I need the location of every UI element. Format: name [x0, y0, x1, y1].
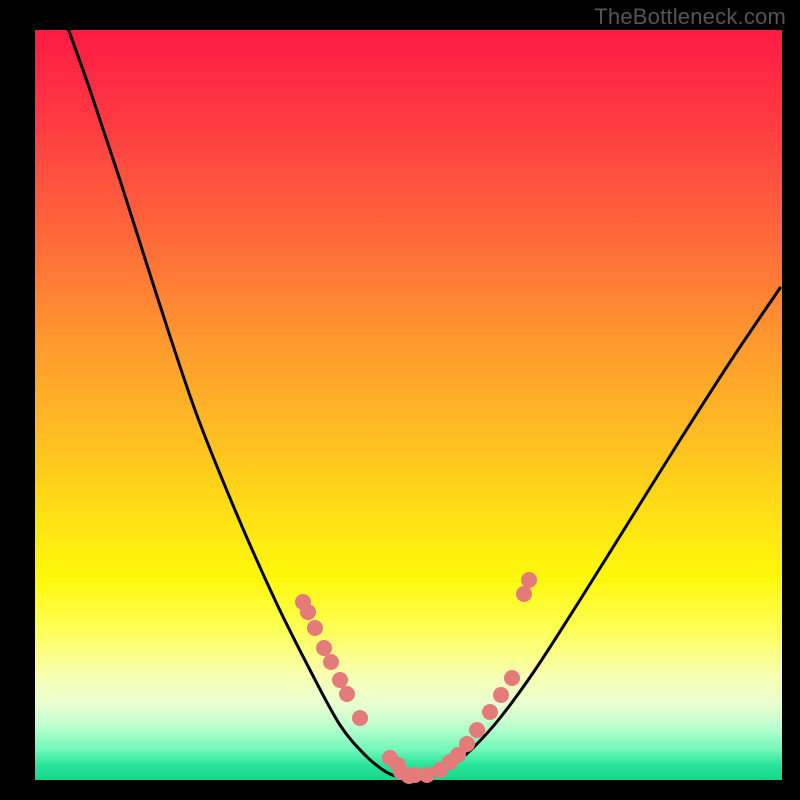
marker-dot	[493, 687, 509, 703]
marker-dot	[352, 710, 368, 726]
marker-dot	[482, 704, 498, 720]
highlight-dots	[295, 572, 537, 784]
marker-dot	[332, 672, 348, 688]
marker-dot	[516, 586, 532, 602]
marker-dot	[469, 722, 485, 738]
bottleneck-curve	[65, 20, 780, 778]
marker-dot	[504, 670, 520, 686]
marker-dot	[459, 736, 475, 752]
marker-dot	[339, 686, 355, 702]
chart-svg	[35, 30, 782, 780]
chart-frame: TheBottleneck.com	[0, 0, 800, 800]
marker-dot	[300, 604, 316, 620]
marker-dot	[323, 654, 339, 670]
watermark-text: TheBottleneck.com	[594, 4, 786, 30]
marker-dot	[316, 640, 332, 656]
marker-dot	[521, 572, 537, 588]
marker-dot	[307, 620, 323, 636]
